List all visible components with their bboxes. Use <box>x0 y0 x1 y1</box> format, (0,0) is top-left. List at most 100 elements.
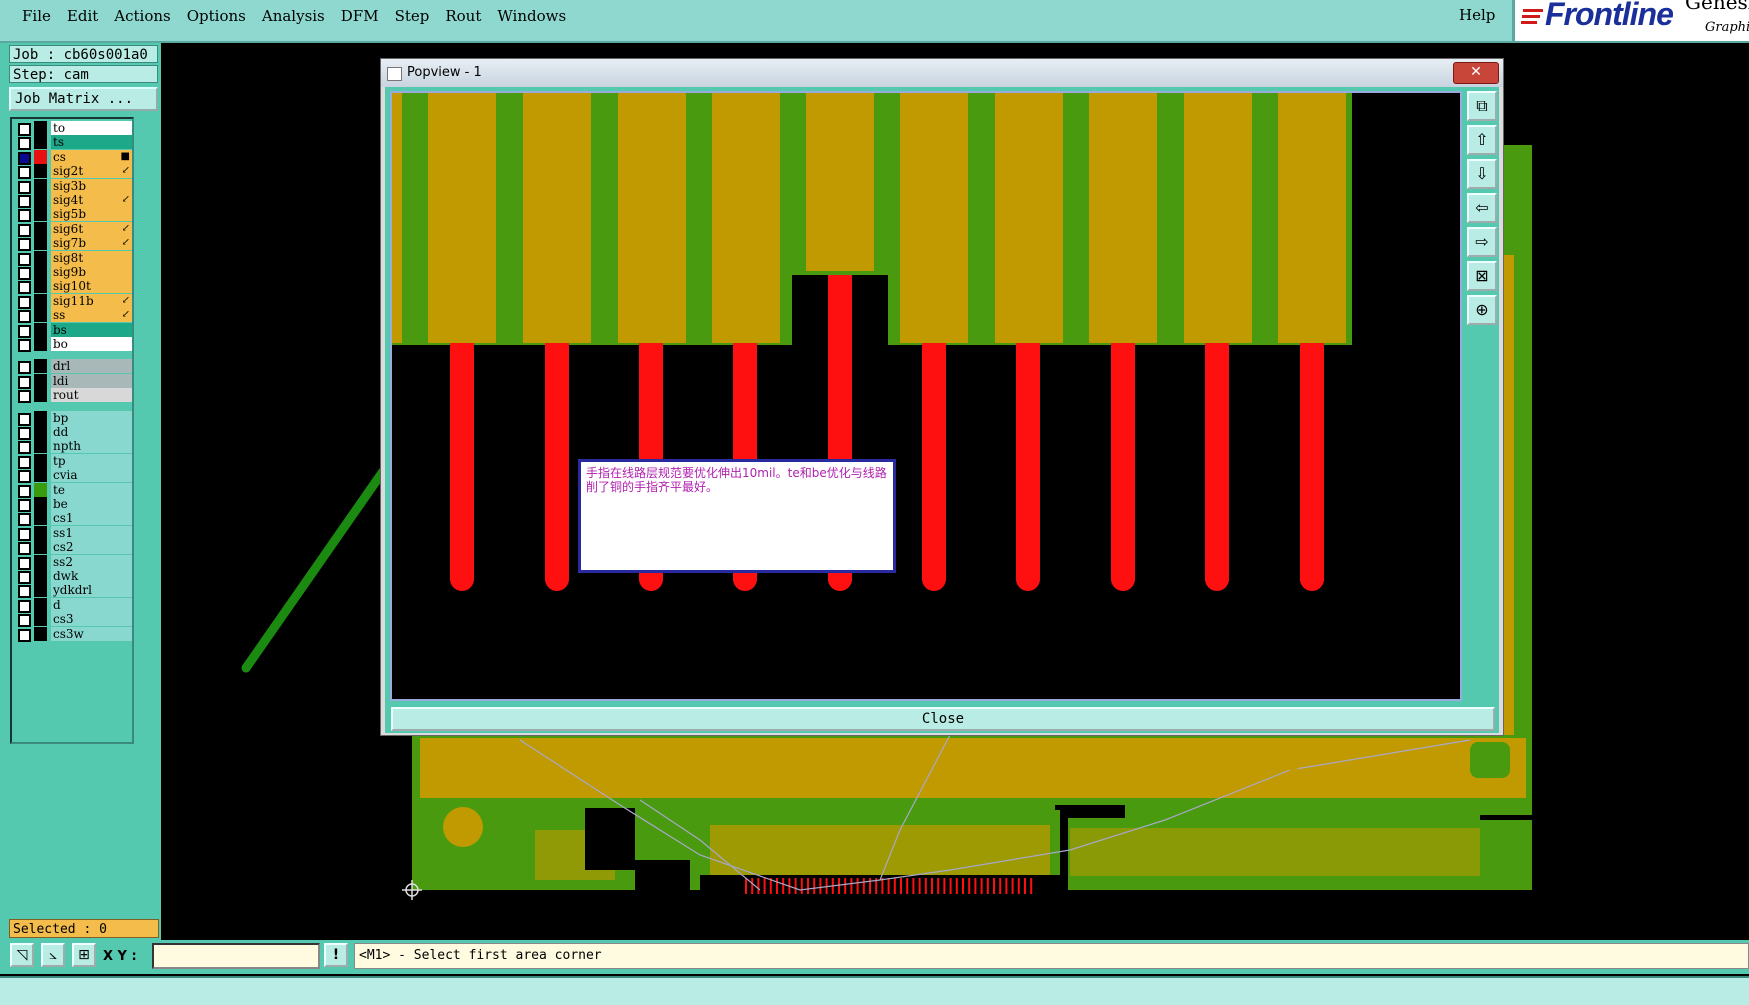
layer-color-swatch[interactable] <box>34 583 47 598</box>
layer-color-swatch[interactable] <box>34 164 47 179</box>
menu-help[interactable]: Help <box>1459 6 1495 24</box>
layer-name[interactable]: cs1 <box>51 511 132 526</box>
layer-checkbox[interactable] <box>18 527 31 541</box>
layer-row[interactable]: cs1 <box>14 511 132 527</box>
layer-checkbox[interactable] <box>18 195 31 208</box>
layer-row[interactable]: cs3 <box>14 612 132 628</box>
zoom-fit-icon[interactable]: ⧉ <box>1467 91 1497 121</box>
layer-name[interactable]: sig7b ↙ <box>51 236 132 251</box>
menu-windows[interactable]: Windows <box>489 6 574 26</box>
layer-color-swatch[interactable] <box>34 308 47 323</box>
layer-name[interactable]: npth <box>51 439 132 454</box>
close-window-button[interactable]: ✕ <box>1453 62 1499 84</box>
layer-color-swatch[interactable] <box>34 439 47 454</box>
layer-row[interactable]: sig3b <box>14 178 132 194</box>
layer-row[interactable]: be <box>14 497 132 512</box>
layer-checkbox[interactable] <box>18 628 31 642</box>
layer-checkbox[interactable] <box>18 412 31 426</box>
layer-row[interactable]: sig8t <box>14 250 132 266</box>
layer-color-swatch[interactable] <box>34 597 47 612</box>
menu-edit[interactable]: Edit <box>59 6 106 26</box>
layer-name[interactable]: cs2 <box>51 540 132 555</box>
layer-row[interactable]: ydkdrl <box>14 583 132 599</box>
layer-name[interactable]: cs3 <box>51 612 132 627</box>
layer-checkbox[interactable] <box>18 441 31 455</box>
layer-checkbox[interactable] <box>18 375 31 389</box>
layer-checkbox[interactable] <box>18 267 31 280</box>
menu-options[interactable]: Options <box>179 6 254 26</box>
pan-left-icon[interactable]: ⇦ <box>1467 193 1497 223</box>
layer-checkbox[interactable] <box>18 513 31 527</box>
zoom-area-icon[interactable]: ⊠ <box>1467 261 1497 291</box>
layer-color-swatch[interactable] <box>34 250 47 265</box>
layer-name[interactable]: rout <box>51 388 132 403</box>
layer-name[interactable]: sig4t ↙ <box>51 193 132 207</box>
layer-name[interactable]: sig2t ↙ <box>51 164 132 179</box>
layer-name[interactable]: ydkdrl <box>51 583 132 598</box>
layer-checkbox[interactable] <box>18 252 31 266</box>
layer-row[interactable]: sig5b <box>14 207 132 223</box>
layer-row[interactable]: npth <box>14 439 132 455</box>
layer-row[interactable]: cs ■ <box>14 149 132 165</box>
job-matrix-button[interactable]: Job Matrix ... <box>9 87 158 111</box>
layer-color-swatch[interactable] <box>34 468 47 483</box>
layer-name[interactable]: tp <box>51 453 132 468</box>
layer-name[interactable]: sig6t ↙ <box>51 221 132 236</box>
zoom-home-icon[interactable]: ⊕ <box>1467 295 1497 325</box>
layer-name[interactable]: sig5b <box>51 207 132 222</box>
layer-name[interactable]: cs3w <box>51 626 132 641</box>
layer-name[interactable]: sig11b ↙ <box>51 293 132 308</box>
layer-name[interactable]: d <box>51 597 132 612</box>
layer-name[interactable]: ss2 <box>51 554 132 569</box>
layer-row[interactable]: rout <box>14 388 132 404</box>
alert-icon[interactable]: ! <box>324 943 348 967</box>
layer-color-swatch[interactable] <box>34 612 47 627</box>
layer-name[interactable]: te <box>51 482 132 497</box>
layer-color-swatch[interactable] <box>34 193 47 207</box>
layer-color-swatch[interactable] <box>34 511 47 526</box>
layer-name[interactable]: to <box>51 121 132 135</box>
layer-row[interactable]: ss ↙ <box>14 308 132 324</box>
layer-checkbox[interactable] <box>18 390 31 404</box>
layer-row[interactable]: drl <box>14 359 132 375</box>
layer-row[interactable]: bo <box>14 337 132 352</box>
zoom-in-icon[interactable]: ⇧ <box>1467 125 1497 155</box>
layer-checkbox[interactable] <box>18 614 31 628</box>
layer-checkbox[interactable] <box>18 571 31 584</box>
layer-name[interactable]: bs <box>51 322 132 337</box>
layer-color-swatch[interactable] <box>34 540 47 555</box>
layer-checkbox[interactable] <box>18 556 31 570</box>
layer-color-swatch[interactable] <box>34 388 47 403</box>
layer-name[interactable]: ts <box>51 135 132 150</box>
layer-color-swatch[interactable] <box>34 121 47 135</box>
menu-file[interactable]: File <box>14 6 59 26</box>
layer-name[interactable]: bo <box>51 337 132 351</box>
layer-name[interactable]: sig3b <box>51 178 132 193</box>
layer-row[interactable]: cvia <box>14 468 132 484</box>
popview-titlebar[interactable]: Popview - 1 ✕ <box>381 59 1503 87</box>
layer-color-swatch[interactable] <box>34 149 47 164</box>
menu-step[interactable]: Step <box>387 6 438 26</box>
popview-canvas[interactable]: 手指在线路层规范要优化伸出10mil。te和be优化与线路削了铜的手指齐平最好。 <box>390 91 1462 701</box>
layer-row[interactable]: te <box>14 482 132 498</box>
layer-checkbox[interactable] <box>18 324 31 338</box>
layer-checkbox[interactable] <box>18 470 31 484</box>
xy-input[interactable] <box>152 943 320 969</box>
measure-icon[interactable]: ⦣ <box>41 943 65 967</box>
layer-checkbox[interactable] <box>18 499 31 512</box>
layer-color-swatch[interactable] <box>34 337 47 351</box>
layer-name[interactable]: sig9b <box>51 265 132 279</box>
grid-icon[interactable]: ⊞ <box>72 943 96 967</box>
layer-color-swatch[interactable] <box>34 453 47 468</box>
zoom-out-icon[interactable]: ⇩ <box>1467 159 1497 189</box>
layer-name[interactable]: ss ↙ <box>51 308 132 323</box>
layer-checkbox[interactable] <box>18 295 31 309</box>
layer-color-swatch[interactable] <box>34 293 47 308</box>
layer-color-swatch[interactable] <box>34 525 47 540</box>
layer-row[interactable]: d <box>14 597 132 613</box>
menu-analysis[interactable]: Analysis <box>254 6 333 26</box>
layer-color-swatch[interactable] <box>34 207 47 222</box>
layer-color-swatch[interactable] <box>34 425 47 439</box>
layer-row[interactable]: ldi <box>14 373 132 389</box>
layer-checkbox[interactable] <box>18 281 31 295</box>
